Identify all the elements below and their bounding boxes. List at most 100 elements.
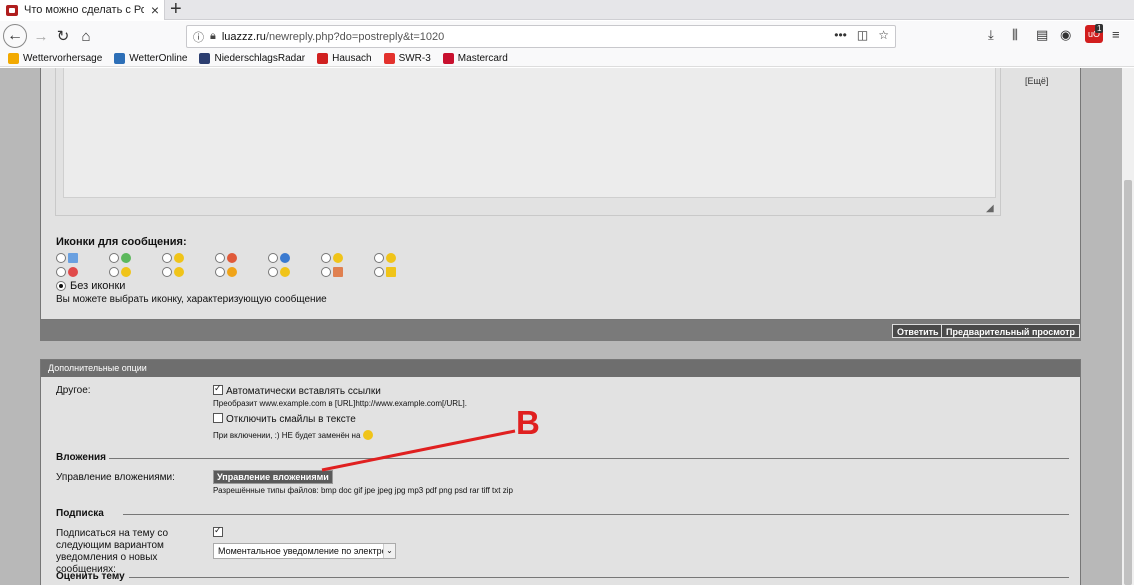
bookmark-mastercard[interactable]: Mastercard xyxy=(442,52,508,64)
subscribe-label: Подписаться на тему со следующим вариант… xyxy=(56,528,169,575)
icon-option[interactable] xyxy=(268,265,321,279)
downloads-icon[interactable]: ⤓ xyxy=(988,27,994,43)
icon-option[interactable] xyxy=(268,251,321,265)
info-icon[interactable]: ⓘ xyxy=(193,29,204,45)
address-bar[interactable]: ⓘ 🔒︎ luazzz.ru/newreply.php?do=postreply… xyxy=(186,25,896,48)
auto-links-checkbox[interactable] xyxy=(213,383,223,395)
notification-type-select[interactable]: Моментальное уведомление по электронн ⌄ xyxy=(213,543,396,559)
browser-tab[interactable]: Что можно сделать с Родным × xyxy=(0,0,165,20)
submit-bar: Ответить Предварительный просмотр xyxy=(40,320,1081,341)
icon-radio[interactable] xyxy=(215,253,225,263)
account-icon[interactable]: ◉ xyxy=(1060,27,1071,43)
chevron-down-icon[interactable]: ⌄ xyxy=(383,544,395,558)
bookmark-star-icon[interactable]: ☆ xyxy=(878,28,889,42)
no-icon-option[interactable]: Без иконки xyxy=(56,280,125,292)
site-favicon-icon xyxy=(6,4,18,16)
message-textarea[interactable] xyxy=(63,68,996,198)
page-scrollbar[interactable] xyxy=(1122,68,1134,585)
icon-option[interactable] xyxy=(56,265,109,279)
forward-arrow-icon[interactable]: → xyxy=(30,25,52,47)
icon-option[interactable] xyxy=(56,251,109,265)
rate-thread-divider xyxy=(129,577,1069,578)
wetteronline-icon xyxy=(114,52,126,64)
lock-icon[interactable]: 🔒︎ xyxy=(210,30,216,43)
editor-panel: ◢ [Ещё] Иконки для сообщения: Без иконки… xyxy=(40,68,1081,320)
icon-option[interactable] xyxy=(215,251,268,265)
icon-radio[interactable] xyxy=(374,253,384,263)
pocket-icon[interactable]: ◫ xyxy=(857,28,868,42)
message-icons-hint: Вы можете выбрать иконку, характеризующу… xyxy=(56,294,327,305)
document-icon xyxy=(68,253,78,263)
bookmark-wetteronline[interactable]: WetterOnline xyxy=(114,52,187,64)
manage-attachments-button[interactable]: Управление вложениями xyxy=(213,470,333,484)
menu-icon[interactable]: ≡ xyxy=(1112,27,1120,42)
icon-radio[interactable] xyxy=(268,253,278,263)
preview-button[interactable]: Предварительный просмотр xyxy=(941,324,1080,338)
icon-option[interactable] xyxy=(321,265,374,279)
resize-handle-icon[interactable]: ◢ xyxy=(986,203,994,214)
url-text: luazzz.ru/newreply.php?do=postreply&t=10… xyxy=(222,31,444,43)
message-icons-row-2 xyxy=(56,265,427,279)
icon-radio[interactable] xyxy=(215,267,225,277)
disable-smilies-hint-row: При включении, :) НЕ будет заменён на xyxy=(213,430,374,440)
bookmark-label: Hausach xyxy=(332,52,372,64)
icon-option[interactable] xyxy=(109,251,162,265)
sidebar-icon[interactable]: ▤ xyxy=(1036,27,1048,43)
close-tab-icon[interactable]: × xyxy=(151,1,159,19)
question-icon xyxy=(280,253,290,263)
auto-links-option[interactable]: Автоматически вставлять ссылки xyxy=(213,383,381,397)
angry-icon xyxy=(68,267,78,277)
disable-smilies-checkbox[interactable] xyxy=(213,413,223,423)
subscribe-checkbox[interactable] xyxy=(213,525,223,537)
icon-option[interactable] xyxy=(162,251,215,265)
hausach-icon xyxy=(317,52,329,64)
bookmark-hausach[interactable]: Hausach xyxy=(317,52,372,64)
icon-radio[interactable] xyxy=(162,267,172,277)
attachments-section-title: Вложения xyxy=(56,452,106,463)
icon-radio[interactable] xyxy=(268,267,278,277)
disable-smilies-option[interactable]: Отключить смайлы в тексте xyxy=(213,413,356,425)
laugh-icon xyxy=(174,267,184,277)
reload-icon[interactable]: ↻ xyxy=(52,25,74,47)
home-icon[interactable]: ⌂ xyxy=(75,25,97,47)
icon-option[interactable] xyxy=(215,265,268,279)
icon-option[interactable] xyxy=(374,265,427,279)
icon-radio[interactable] xyxy=(109,267,119,277)
disable-smilies-label: Отключить смайлы в тексте xyxy=(226,414,356,425)
icon-option[interactable] xyxy=(321,251,374,265)
subscribe-option[interactable] xyxy=(213,525,226,539)
page-content: ◢ [Ещё] Иконки для сообщения: Без иконки… xyxy=(0,68,1122,585)
bookmarks-bar: Wettervorhersage WetterOnline Niederschl… xyxy=(0,50,1134,67)
bookmark-swr3[interactable]: SWR-3 xyxy=(383,52,431,64)
subscription-divider xyxy=(123,514,1069,515)
page-actions-icon[interactable]: ••• xyxy=(834,28,847,42)
more-smilies-link[interactable]: [Ещё] xyxy=(1025,76,1048,86)
icon-radio[interactable] xyxy=(109,253,119,263)
icon-radio[interactable] xyxy=(321,253,331,263)
icon-radio[interactable] xyxy=(56,267,66,277)
icon-option[interactable] xyxy=(109,265,162,279)
back-arrow-icon[interactable]: ← xyxy=(3,24,27,48)
icon-radio[interactable] xyxy=(56,253,66,263)
no-icon-radio[interactable] xyxy=(56,281,66,291)
bookmark-label: NiederschlagsRadar xyxy=(214,52,306,64)
message-icons-title: Иконки для сообщения: xyxy=(56,236,187,248)
scrollbar-thumb[interactable] xyxy=(1124,180,1132,585)
icon-option[interactable] xyxy=(162,265,215,279)
auto-links-hint: Преобразит www.example.com в [URL]http:/… xyxy=(213,399,467,408)
icon-radio[interactable] xyxy=(321,267,331,277)
attachments-divider xyxy=(109,458,1069,459)
icon-radio[interactable] xyxy=(374,267,384,277)
exclamation-icon xyxy=(227,253,237,263)
library-icon[interactable]: ⫼ xyxy=(1012,27,1018,43)
speech-bubble-icon xyxy=(121,253,131,263)
swr3-icon xyxy=(383,52,395,64)
new-tab-icon[interactable]: + xyxy=(170,0,182,21)
reply-button[interactable]: Ответить xyxy=(892,324,944,338)
icon-radio[interactable] xyxy=(162,253,172,263)
other-label: Другое: xyxy=(56,385,91,396)
allowed-file-types: Разрешённые типы файлов: bmp doc gif jpe… xyxy=(213,486,513,495)
bookmark-niederschlagsradar[interactable]: NiederschlagsRadar xyxy=(199,52,306,64)
bookmark-wettervorhersage[interactable]: Wettervorhersage xyxy=(8,52,102,64)
icon-option[interactable] xyxy=(374,251,427,265)
